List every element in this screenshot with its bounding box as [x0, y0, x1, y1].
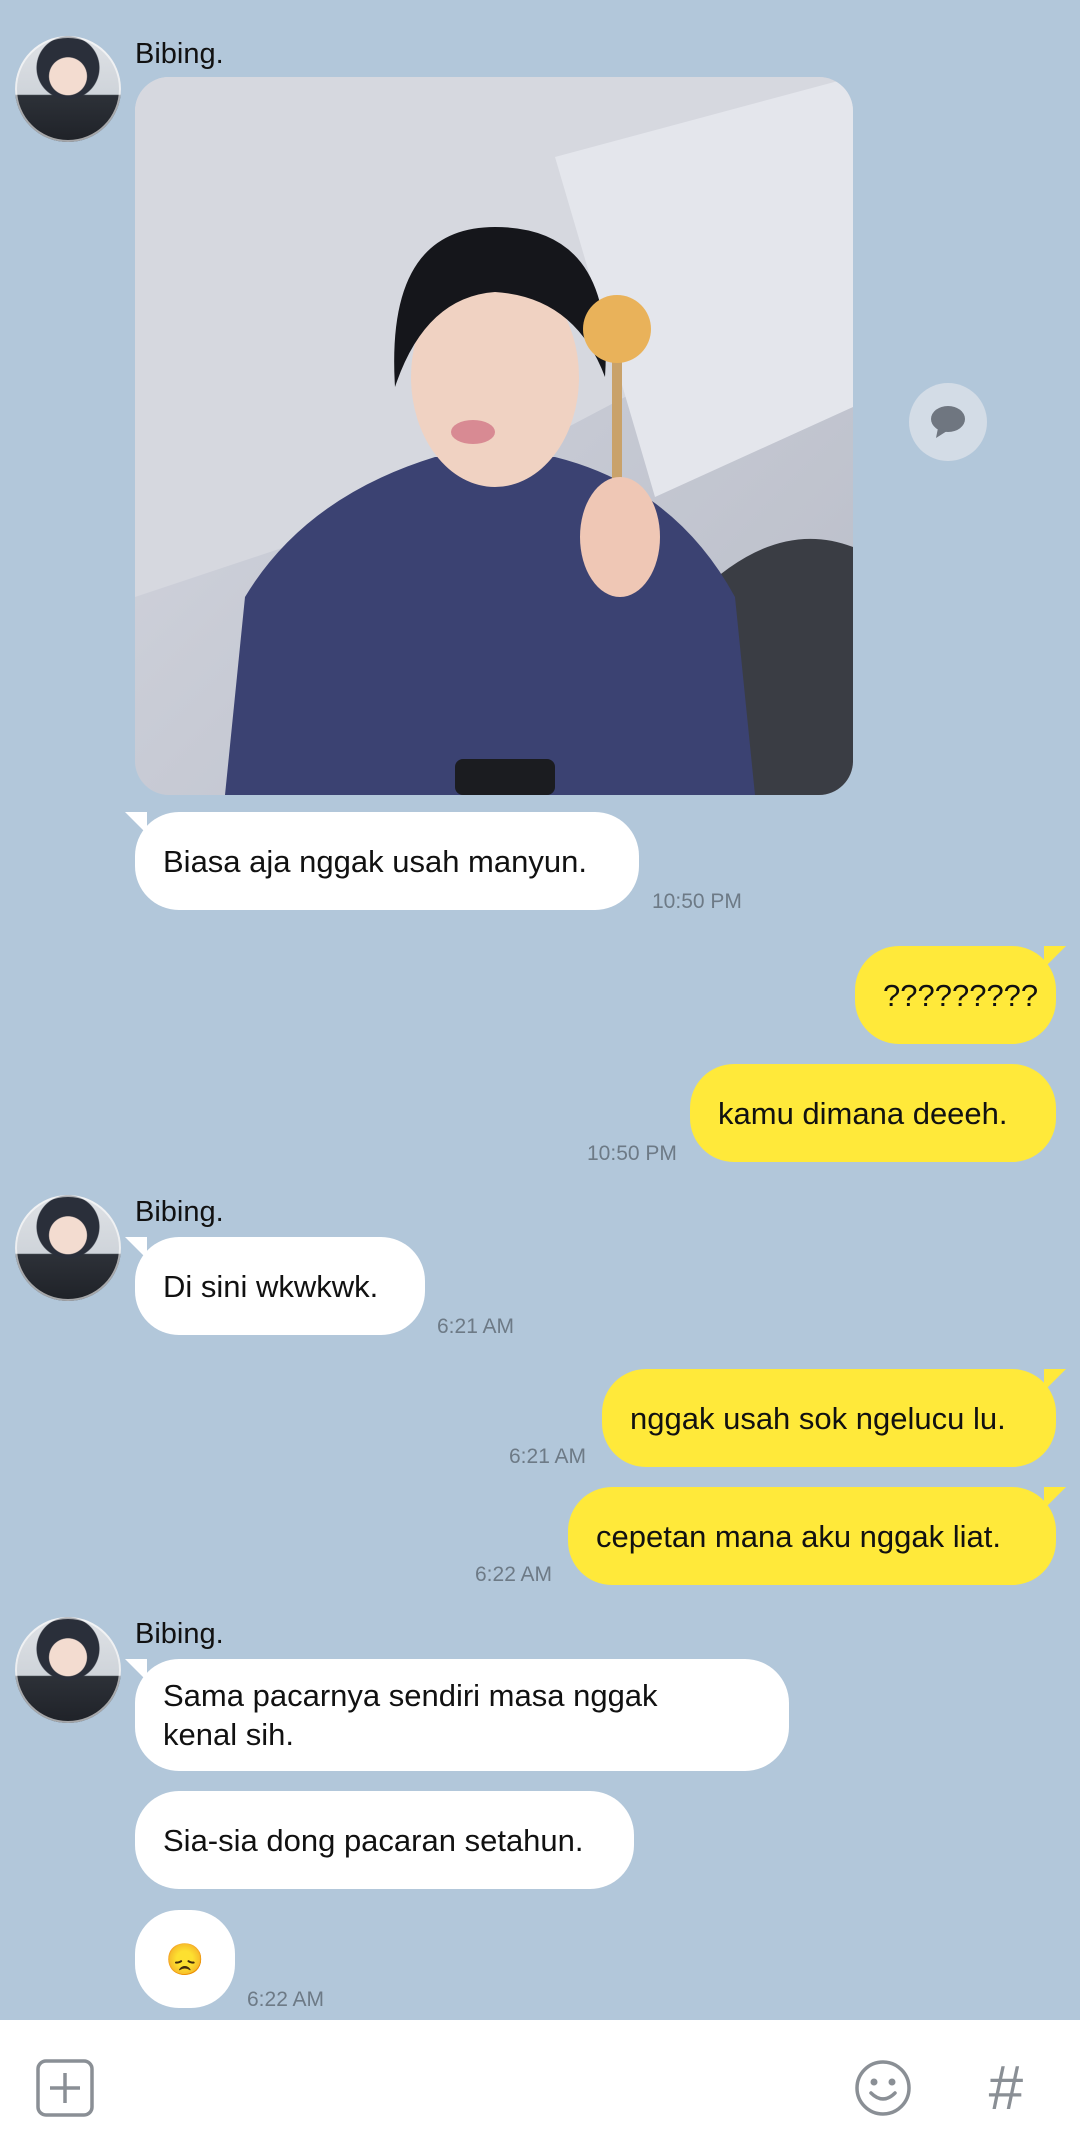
message-time: 10:50 PM: [652, 890, 742, 913]
message-text: Sama pacarnya sendiri masa nggak kenal s…: [163, 1678, 658, 1752]
avatar[interactable]: [15, 1617, 121, 1723]
message-time: 6:22 AM: [247, 1988, 325, 2011]
avatar[interactable]: [15, 1195, 121, 1301]
message-time: 6:21 AM: [437, 1315, 515, 1338]
avatar[interactable]: [15, 36, 121, 142]
message-time: 6:22 AM: [475, 1563, 553, 1586]
sad-emoji: 😞: [165, 1941, 205, 1977]
smiley-icon[interactable]: [853, 2058, 913, 2118]
message-text: Di sini wkwkwk.: [163, 1268, 379, 1304]
message-bubble[interactable]: kamu dimana deeeh.: [690, 1064, 1056, 1162]
hashtag-icon[interactable]: #: [975, 2054, 1035, 2123]
message-bubble[interactable]: cepetan mana aku nggak liat.: [568, 1487, 1066, 1585]
message-bubble[interactable]: Sia-sia dong pacaran setahun.: [135, 1791, 634, 1889]
speech-bubble-icon: [931, 406, 965, 438]
message-text: cepetan mana aku nggak liat.: [596, 1518, 1001, 1554]
message-bubble[interactable]: Sama pacarnya sendiri masa nggak kenal s…: [125, 1659, 789, 1771]
sender-name: Bibing.: [135, 1196, 224, 1228]
message-text: Biasa aja nggak usah manyun.: [163, 843, 587, 879]
sender-name: Bibing.: [135, 38, 224, 70]
message-bubble[interactable]: ?????????: [855, 946, 1066, 1044]
reply-bubble-button[interactable]: [909, 383, 987, 461]
message-text: nggak usah sok ngelucu lu.: [630, 1400, 1006, 1436]
shared-photo[interactable]: [135, 77, 853, 795]
message-bubble[interactable]: Di sini wkwkwk.: [125, 1237, 425, 1335]
message-time: 6:21 AM: [509, 1445, 587, 1468]
message-bubble[interactable]: Biasa aja nggak usah manyun.: [125, 812, 639, 910]
message-text: ?????????: [883, 977, 1039, 1013]
sender-name: Bibing.: [135, 1618, 224, 1650]
plus-square-icon[interactable]: [35, 2058, 95, 2118]
photo-illustration: [135, 77, 853, 795]
message-input-bar: #: [0, 2020, 1080, 2151]
message-text: Sia-sia dong pacaran setahun.: [163, 1822, 584, 1858]
message-text: kamu dimana deeeh.: [718, 1095, 1008, 1131]
message-time: 10:50 PM: [587, 1142, 677, 1165]
message-bubble[interactable]: nggak usah sok ngelucu lu.: [602, 1369, 1066, 1467]
message-bubble[interactable]: 😞: [135, 1910, 235, 2008]
